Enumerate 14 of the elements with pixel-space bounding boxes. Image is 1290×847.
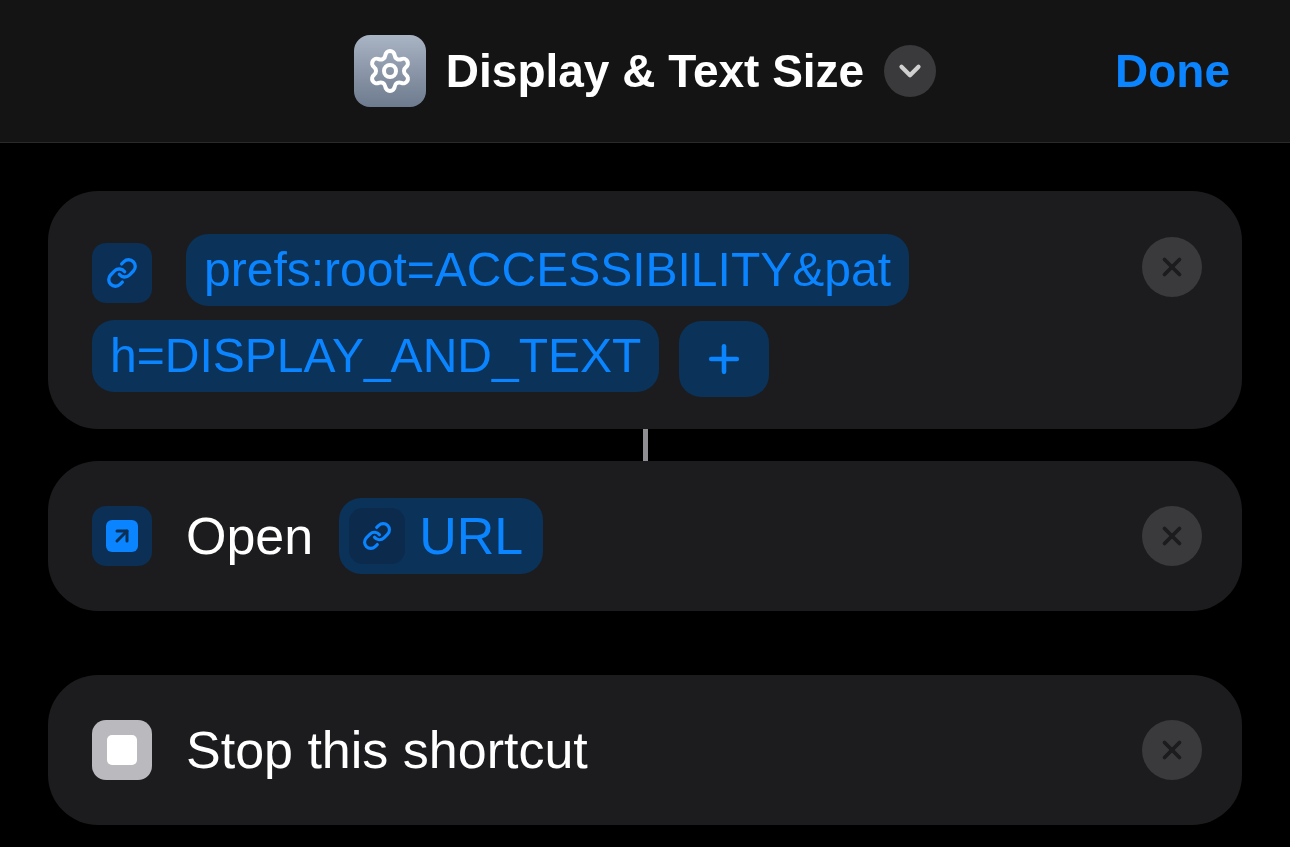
url-variable-token[interactable]: URL [339, 498, 544, 574]
chevron-down-icon[interactable] [884, 45, 937, 97]
url-text-line[interactable]: prefs:root=ACCESSIBILITY&pat [186, 234, 909, 306]
stop-icon [92, 720, 152, 780]
shortcut-title[interactable]: Display & Text Size [445, 36, 865, 106]
url-text-line[interactable]: h=DISPLAY_AND_TEXT [92, 320, 660, 392]
link-icon [349, 508, 406, 564]
action-label: Stop this shortcut [186, 720, 588, 781]
link-icon [92, 243, 152, 304]
add-variable-button[interactable] [679, 321, 770, 398]
action-label: Open [186, 506, 314, 567]
gear-icon [353, 35, 426, 107]
done-button[interactable]: Done [1115, 36, 1230, 106]
open-icon [92, 506, 152, 566]
